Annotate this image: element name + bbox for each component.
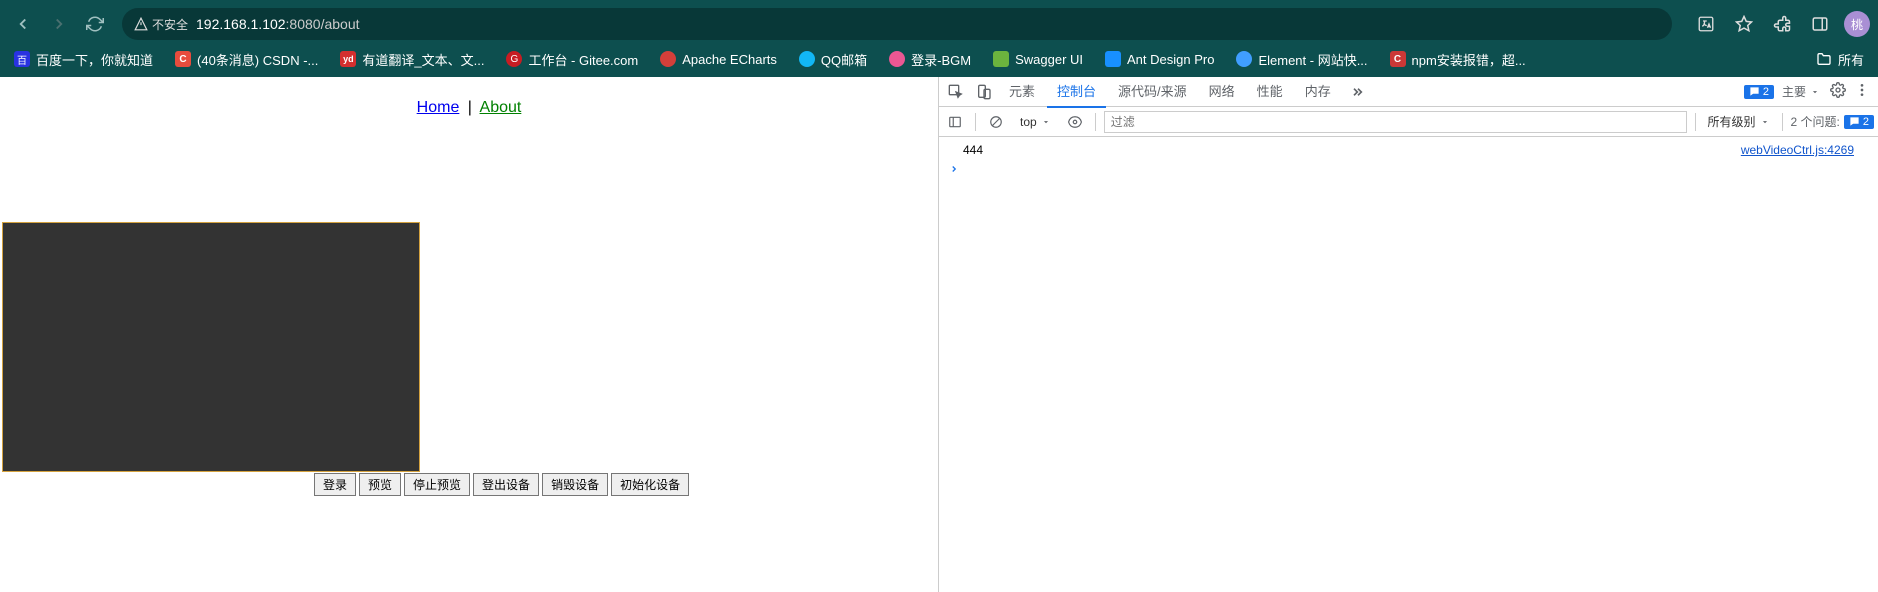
devtools-tabs: 元素 控制台 源代码/来源 网络 性能 内存 2 主要 <box>939 77 1878 107</box>
more-tabs-icon[interactable] <box>1343 79 1369 105</box>
back-button[interactable] <box>8 9 38 39</box>
init-device-button[interactable]: 初始化设备 <box>611 473 689 496</box>
bookmark-antd[interactable]: Ant Design Pro <box>1101 48 1218 70</box>
kebab-menu-icon[interactable] <box>1854 82 1870 101</box>
clear-console-icon[interactable] <box>984 110 1008 134</box>
button-row: 登录 预览 停止预览 登出设备 销毁设备 初始化设备 <box>314 473 692 496</box>
side-panel-icon[interactable] <box>1806 10 1834 38</box>
url-bar[interactable]: 不安全 192.168.1.102:8080/about <box>122 8 1672 40</box>
console-prompt[interactable] <box>939 159 1878 181</box>
preview-button[interactable]: 预览 <box>359 473 401 496</box>
context-select[interactable]: top <box>1016 113 1055 131</box>
settings-icon[interactable] <box>1830 82 1846 101</box>
tab-elements[interactable]: 元素 <box>999 77 1045 108</box>
device-toggle-icon[interactable] <box>971 79 997 105</box>
login-button[interactable]: 登录 <box>314 473 356 496</box>
stop-preview-button[interactable]: 停止预览 <box>404 473 470 496</box>
console-output: 444 webVideoCtrl.js:4269 <box>939 137 1878 592</box>
live-expression-icon[interactable] <box>1063 110 1087 134</box>
levels-select[interactable]: 所有级别 <box>1704 111 1774 132</box>
nav-about-link[interactable]: About <box>480 99 522 116</box>
browser-toolbar: 不安全 192.168.1.102:8080/about 桃 <box>0 3 1878 45</box>
bookmark-all-folder[interactable]: 所有 <box>1812 47 1868 72</box>
console-filterbar: top 所有级别 2 个问题: 2 <box>939 107 1878 137</box>
console-log-row[interactable]: 444 webVideoCtrl.js:4269 <box>939 141 1878 159</box>
insecure-indicator[interactable]: 不安全 <box>134 16 188 33</box>
star-icon[interactable] <box>1730 10 1758 38</box>
page-nav: Home | About <box>0 77 938 129</box>
tab-sources[interactable]: 源代码/来源 <box>1108 77 1197 108</box>
sidebar-toggle-icon[interactable] <box>943 110 967 134</box>
nav-home-link[interactable]: Home <box>417 99 460 116</box>
bookmark-element[interactable]: Element - 网站快... <box>1232 47 1371 72</box>
url-text: 192.168.1.102:8080/about <box>196 16 1660 32</box>
tab-performance[interactable]: 性能 <box>1247 77 1293 108</box>
bookmark-bgm[interactable]: 登录-BGM <box>885 47 975 72</box>
logout-device-button[interactable]: 登出设备 <box>473 473 539 496</box>
tab-console[interactable]: 控制台 <box>1047 77 1106 108</box>
tab-network[interactable]: 网络 <box>1199 77 1245 108</box>
devtools-panel: 元素 控制台 源代码/来源 网络 性能 内存 2 主要 <box>938 77 1878 592</box>
video-preview-box <box>2 222 420 472</box>
bookmarks-bar: 百百度一下，你就知道 C(40条消息) CSDN -... yd有道翻译_文本、… <box>0 45 1878 77</box>
console-log-message: 444 <box>963 143 1741 157</box>
bookmark-csdn[interactable]: C(40条消息) CSDN -... <box>171 47 322 72</box>
issues-indicator[interactable]: 2 个问题: 2 <box>1791 113 1874 130</box>
inspect-icon[interactable] <box>943 79 969 105</box>
forward-button[interactable] <box>44 9 74 39</box>
destroy-device-button[interactable]: 销毁设备 <box>542 473 608 496</box>
console-log-source-link[interactable]: webVideoCtrl.js:4269 <box>1741 143 1854 157</box>
bookmark-swagger[interactable]: Swagger UI <box>989 48 1087 70</box>
bookmark-echarts[interactable]: Apache ECharts <box>656 48 781 70</box>
bookmark-qqmail[interactable]: QQ邮箱 <box>795 47 871 72</box>
profile-avatar[interactable]: 桃 <box>1844 11 1870 37</box>
bookmark-youdao[interactable]: yd有道翻译_文本、文... <box>336 47 488 72</box>
bookmark-npm[interactable]: Cnpm安装报错，超... <box>1386 47 1530 72</box>
filter-input[interactable] <box>1104 111 1687 133</box>
bookmark-baidu[interactable]: 百百度一下，你就知道 <box>10 47 157 72</box>
reload-button[interactable] <box>80 9 110 39</box>
nav-separator: | <box>468 99 472 116</box>
main-select[interactable]: 主要 <box>1782 83 1820 100</box>
tab-memory[interactable]: 内存 <box>1295 77 1341 108</box>
extensions-icon[interactable] <box>1768 10 1796 38</box>
page-content: Home | About 登录 预览 停止预览 登出设备 销毁设备 初始化设备 <box>0 77 938 592</box>
bookmark-gitee[interactable]: G工作台 - Gitee.com <box>502 47 642 72</box>
issues-badge-top[interactable]: 2 <box>1744 85 1774 99</box>
insecure-label: 不安全 <box>152 16 188 33</box>
translate-icon[interactable] <box>1692 10 1720 38</box>
